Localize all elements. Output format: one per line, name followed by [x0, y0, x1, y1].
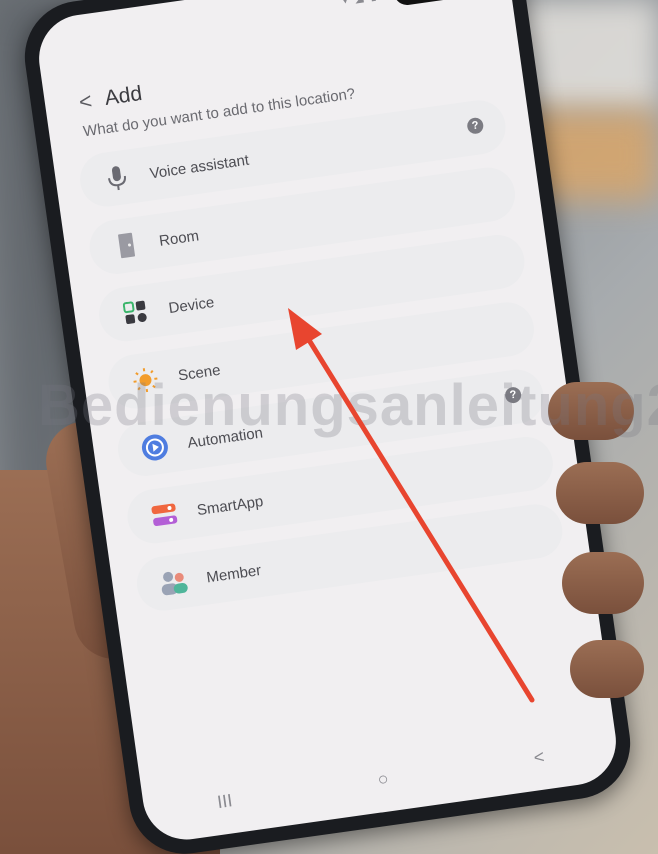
annotation-arrow	[288, 308, 535, 703]
